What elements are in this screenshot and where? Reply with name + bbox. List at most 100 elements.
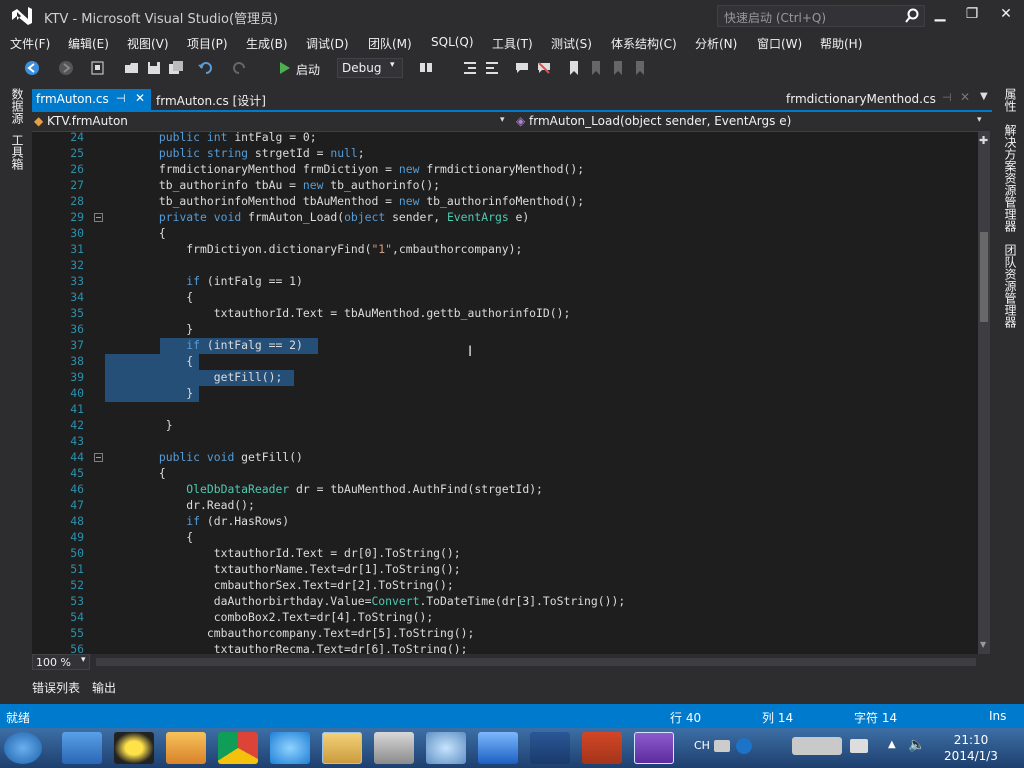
visual-studio-taskbar-icon[interactable] (634, 732, 674, 764)
pin-icon[interactable]: ⊣ (942, 91, 952, 104)
menu-tools[interactable]: 工具(T) (492, 35, 533, 52)
internet-explorer-icon[interactable] (270, 732, 310, 764)
chevron-down-icon[interactable]: ▾ (977, 115, 982, 125)
class-dropdown[interactable]: ◆ KTV.frmAuton (34, 114, 128, 128)
code-text: OleDbDataReader dr = tbAuMenthod.AuthFin… (186, 482, 543, 496)
minimize-button[interactable]: ▁ (930, 6, 950, 24)
member-dropdown[interactable]: ◈ frmAuton_Load(object sender, EventArgs… (516, 114, 791, 128)
status-bar: 就绪 行 40 列 14 字符 14 Ins (0, 704, 1024, 728)
quick-launch-placeholder: 快速启动 (Ctrl+Q) (724, 11, 827, 25)
configuration-select[interactable]: Debug ▾ (337, 58, 403, 78)
ime-indicator[interactable]: CH (694, 739, 710, 752)
code-text: daAuthorbirthday.Value=Convert.ToDateTim… (104, 594, 626, 608)
keyboard-icon[interactable] (714, 740, 730, 752)
solution-explorer-tab[interactable]: 解决方案资源管理器 (1002, 124, 1019, 232)
menu-build[interactable]: 生成(B) (246, 35, 288, 52)
start-icon[interactable] (277, 60, 293, 76)
app-bird-icon[interactable] (62, 732, 102, 764)
powerpoint-icon[interactable] (582, 732, 622, 764)
tab-frmauton-design[interactable]: frmAuton.cs [设计] (156, 92, 266, 109)
horizontal-scrollbar[interactable] (96, 658, 976, 666)
open-file-icon[interactable] (124, 60, 140, 76)
vertical-scrollbar[interactable]: ✚ ▼ (978, 132, 990, 654)
network-icon[interactable] (850, 739, 868, 753)
tools-icon[interactable] (374, 732, 414, 764)
split-icon[interactable]: ✚ (979, 134, 988, 147)
menu-project[interactable]: 项目(P) (187, 35, 228, 52)
new-project-icon[interactable] (90, 60, 106, 76)
code-text: if (intFalg == 1) (186, 274, 303, 288)
line-number: 32 (70, 258, 84, 272)
menu-team[interactable]: 团队(M) (368, 35, 412, 52)
close-button[interactable]: ✕ (996, 6, 1016, 24)
team-explorer-tab[interactable]: 团队资源管理器 (1002, 244, 1019, 328)
text-cursor-icon: I (468, 344, 473, 360)
search-icon[interactable] (904, 8, 920, 24)
menu-sql[interactable]: SQL(Q) (431, 35, 474, 49)
file-explorer-icon[interactable] (322, 732, 362, 764)
start-orb-icon[interactable] (4, 732, 42, 764)
system-clock[interactable]: 21:10 2014/1/3 (928, 732, 1014, 764)
tab-frmdictionarymenthod[interactable]: frmdictionaryMenthod.cs (786, 92, 936, 106)
menu-debug[interactable]: 调试(D) (306, 35, 349, 52)
app-gift-icon[interactable] (166, 732, 206, 764)
chevron-down-icon[interactable]: ▾ (500, 115, 505, 125)
volume-icon[interactable]: 🔈 (908, 737, 925, 753)
tab-frmauton-cs[interactable]: frmAuton.cs ⊣ ✕ (32, 89, 151, 110)
restore-button[interactable]: ❐ (962, 6, 982, 24)
tab-dropdown-icon[interactable]: ▼ (980, 91, 988, 102)
code-text: public int intFalg = 0; (158, 132, 317, 144)
qq-icon[interactable] (114, 732, 154, 764)
scroll-down-icon[interactable]: ▼ (980, 640, 986, 649)
code-line: 38 { (50, 354, 978, 370)
clock-time: 21:10 (953, 733, 989, 747)
line-number: 41 (70, 402, 84, 416)
tab-output[interactable]: 输出 (92, 679, 116, 696)
chrome-icon[interactable] (218, 732, 258, 764)
menu-file[interactable]: 文件(F) (10, 35, 50, 52)
line-number: 47 (70, 498, 84, 512)
properties-tab[interactable]: 属性 (1002, 88, 1019, 112)
undo-icon[interactable] (197, 60, 213, 76)
code-text: public string strgetId = null; (158, 146, 365, 160)
save-all-icon[interactable] (168, 60, 184, 76)
quick-launch-input[interactable]: 快速启动 (Ctrl+Q) (717, 5, 925, 27)
close-icon[interactable]: ✕ (960, 90, 970, 104)
toolbox-tab[interactable]: 工具箱 (9, 134, 26, 170)
menu-architecture[interactable]: 体系结构(C) (611, 35, 677, 52)
code-text: private void frmAuton_Load(object sender… (158, 210, 530, 224)
menu-analyze[interactable]: 分析(N) (695, 35, 737, 52)
code-text: txtauthorName.Text=dr[1].ToString(); (104, 562, 461, 576)
app-search-icon[interactable] (426, 732, 466, 764)
menu-test[interactable]: 测试(S) (551, 35, 592, 52)
tab-error-list[interactable]: 错误列表 (32, 679, 80, 696)
zoom-select[interactable]: 100 % ▾ (32, 654, 90, 670)
input-indicator[interactable] (792, 737, 842, 755)
line-number: 51 (70, 562, 84, 576)
show-hidden-icons-icon[interactable]: ▲ (888, 739, 896, 750)
scroll-thumb[interactable] (980, 232, 988, 322)
menu-edit[interactable]: 编辑(E) (68, 35, 109, 52)
code-editor[interactable]: 24 public int intFalg = 0; 25 public stri… (50, 132, 978, 654)
configuration-value: Debug (342, 61, 382, 75)
menu-window[interactable]: 窗口(W) (757, 35, 802, 52)
save-icon[interactable] (146, 60, 162, 76)
back-icon[interactable] (24, 60, 40, 76)
status-ready: 就绪 (6, 711, 31, 725)
start-button[interactable]: 启动 (296, 61, 320, 78)
menu-help[interactable]: 帮助(H) (820, 35, 862, 52)
line-number: 56 (70, 642, 84, 654)
forward-icon[interactable] (58, 60, 74, 76)
data-sources-tab[interactable]: 数据源 (9, 88, 26, 124)
app-infinity-icon[interactable] (478, 732, 518, 764)
pin-icon[interactable]: ⊣ (116, 92, 126, 105)
line-number: 49 (70, 530, 84, 544)
menu-view[interactable]: 视图(V) (127, 35, 169, 52)
redo-icon[interactable] (232, 60, 248, 76)
close-icon[interactable]: ✕ (135, 91, 145, 105)
editor-bottom-bar: 100 % ▾ (32, 654, 990, 670)
help-icon[interactable] (736, 738, 752, 754)
code-text: { (104, 530, 194, 544)
word-icon[interactable] (530, 732, 570, 764)
code-line: 41 (50, 402, 978, 418)
